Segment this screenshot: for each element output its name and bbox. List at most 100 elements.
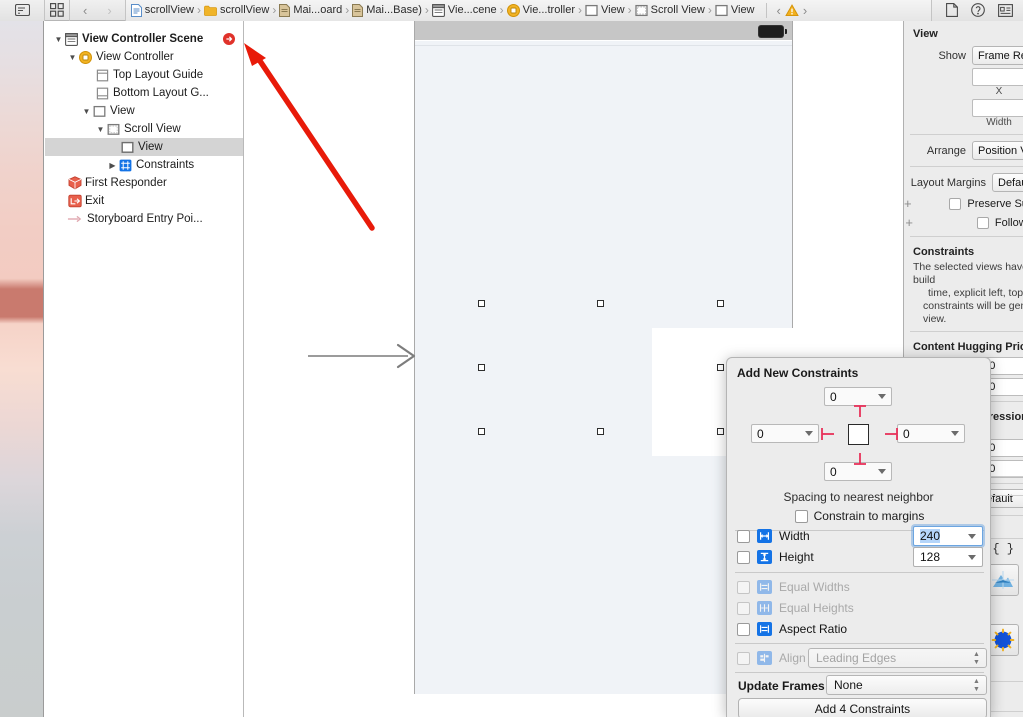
disclosure-triangle-icon[interactable]: ▶ [107,161,118,170]
spacing-left-stepper[interactable]: 0 [751,424,819,443]
update-frames-value: None [834,678,863,692]
warning-triangle-icon[interactable] [785,3,799,17]
follow-readable-width-checkbox[interactable] [976,216,989,229]
height-constraint-row[interactable]: Height [737,547,814,567]
chevron-down-icon[interactable] [805,431,813,436]
chevron-down-icon[interactable] [878,469,886,474]
breadcrumb-item-8[interactable]: View [713,4,757,17]
selection-handle-bottom-center[interactable] [597,428,604,435]
object-library-icon[interactable] [987,624,1019,656]
scroll-view-icon [106,123,121,136]
identity-inspector-icon[interactable] [998,3,1013,17]
outline-row-view[interactable]: ▼ View [45,102,243,120]
outline-row-storyboard-entry-point[interactable]: Storyboard Entry Poi... [45,210,243,228]
frame-width-field[interactable] [972,98,1023,117]
error-badge-icon[interactable] [223,33,235,45]
add-new-constraints-popover[interactable]: Add New Constraints 0 0 0 0 Spacing to n… [726,357,991,717]
frame-x-field[interactable] [972,67,1023,86]
breadcrumb-label-6: View [600,4,625,16]
selection-handle-top-right[interactable] [717,300,724,307]
spacing-top-value: 0 [830,389,837,404]
disclosure-triangle-icon[interactable]: ▼ [81,107,92,116]
inspector-divider [910,166,1023,167]
breadcrumb-item-3[interactable]: Mai...Base) [350,3,424,17]
show-popup-button[interactable]: Frame Rectangle [972,46,1023,65]
width-checkbox[interactable] [737,529,750,543]
media-library-icon[interactable] [987,564,1019,596]
forward-button[interactable]: › [103,3,115,18]
outline-label: Scroll View [124,123,181,135]
breadcrumb-item-6[interactable]: View [583,4,627,17]
first-responder-icon [67,176,82,190]
outline-row-exit[interactable]: Exit [45,192,243,210]
aspect-ratio-row[interactable]: Aspect Ratio [737,619,847,639]
layout-margins-popup-button[interactable]: Default [992,173,1023,192]
width-constraint-row[interactable]: Width [737,526,810,546]
history-nav-group: ‹ › [70,0,126,21]
selection-handle-middle-right[interactable] [717,364,724,371]
preserve-superview-margins-checkbox[interactable] [949,197,962,210]
inspector-row-width-label: Width [904,116,1023,129]
update-frames-popup-button[interactable]: None ▲ ▼ [826,675,987,695]
outline-row-inner-view[interactable]: View [45,138,243,156]
chevron-down-icon[interactable] [968,534,976,539]
outline-row-view-controller-scene[interactable]: ▼ View Controller Scene [45,30,243,48]
outline-row-view-controller[interactable]: ▼ View Controller [45,48,243,66]
selection-handle-bottom-left[interactable] [478,428,485,435]
breadcrumb-item-2[interactable]: Mai...oard [277,3,344,17]
quick-help-icon[interactable] [971,3,985,17]
constraint-center-box[interactable] [848,424,869,445]
add-constraints-label: Add 4 Constraints [814,701,911,716]
chevron-down-icon[interactable] [951,431,959,436]
height-value-field[interactable]: 128 [913,547,983,567]
breadcrumb-item-5[interactable]: Vie...troller [505,3,577,17]
follow-readable-width-label: Follow Readable Width [994,216,1023,229]
jump-bar-breadcrumbs: scrollView › scrollView › Mai...oard › M… [125,0,931,21]
navigator-toggle-icon [14,4,30,16]
stepper-arrows-icon: ▲ ▼ [973,651,980,666]
breadcrumb-item-7[interactable]: Scroll View [633,4,707,17]
selection-handle-middle-left[interactable] [478,364,485,371]
height-checkbox[interactable] [737,550,750,564]
spacing-right-stepper[interactable]: 0 [897,424,965,443]
height-constraint-icon [757,550,772,564]
add-icon[interactable]: + [904,196,912,211]
disclosure-triangle-icon[interactable]: ▼ [95,125,106,134]
arrange-popup-button[interactable]: Position View [972,141,1023,160]
disclosure-triangle-icon[interactable]: ▼ [67,53,78,62]
xcode-interface-builder-window: ‹ › scrollView › scrollView › Mai...oard… [0,0,1023,717]
chevron-down-icon[interactable] [968,555,976,560]
file-inspector-icon[interactable] [946,3,958,17]
related-items-button[interactable] [45,0,70,21]
code-snippet-library-icon[interactable]: { } [992,542,1014,556]
selection-handle-top-left[interactable] [478,300,485,307]
align-icon [757,651,772,665]
selection-handle-bottom-right[interactable] [717,428,724,435]
spacing-bottom-value: 0 [830,464,837,479]
breadcrumb-item-1[interactable]: scrollView [202,4,271,16]
outline-row-scroll-view[interactable]: ▼ Scroll View [45,120,243,138]
outline-row-first-responder[interactable]: First Responder [45,174,243,192]
constrain-to-margins-row[interactable]: Constrain to margins [727,509,992,523]
disclosure-triangle-icon[interactable]: ▼ [53,35,64,44]
outline-row-top-layout-guide[interactable]: Top Layout Guide [45,66,243,84]
arrange-value: Position View [978,144,1023,157]
aspect-ratio-checkbox[interactable] [737,622,750,636]
constrain-to-margins-checkbox[interactable] [794,509,808,523]
previous-issue-button[interactable]: ‹ [773,3,785,18]
selection-handle-top-center[interactable] [597,300,604,307]
stepper-arrows-icon[interactable]: ▲ ▼ [972,678,981,693]
next-issue-button[interactable]: › [799,3,811,18]
chevron-down-icon[interactable] [878,394,886,399]
add-constraints-button[interactable]: Add 4 Constraints [738,698,987,717]
width-value-field[interactable]: 240 [913,526,983,546]
add-icon[interactable]: + [904,215,914,230]
breadcrumb-item-0[interactable]: scrollView [129,3,196,17]
navigator-toggle-button[interactable] [0,0,45,21]
outline-row-constraints[interactable]: ▶ Constraints [45,156,243,174]
outline-row-bottom-layout-guide[interactable]: Bottom Layout G... [45,84,243,102]
breadcrumb-label-5: Vie...troller [522,4,575,16]
constraints-help-line-2: time, explicit left, top, width, and hei… [928,287,1023,299]
breadcrumb-item-4[interactable]: Vie...cene [430,3,499,17]
back-button[interactable]: ‹ [79,3,91,18]
